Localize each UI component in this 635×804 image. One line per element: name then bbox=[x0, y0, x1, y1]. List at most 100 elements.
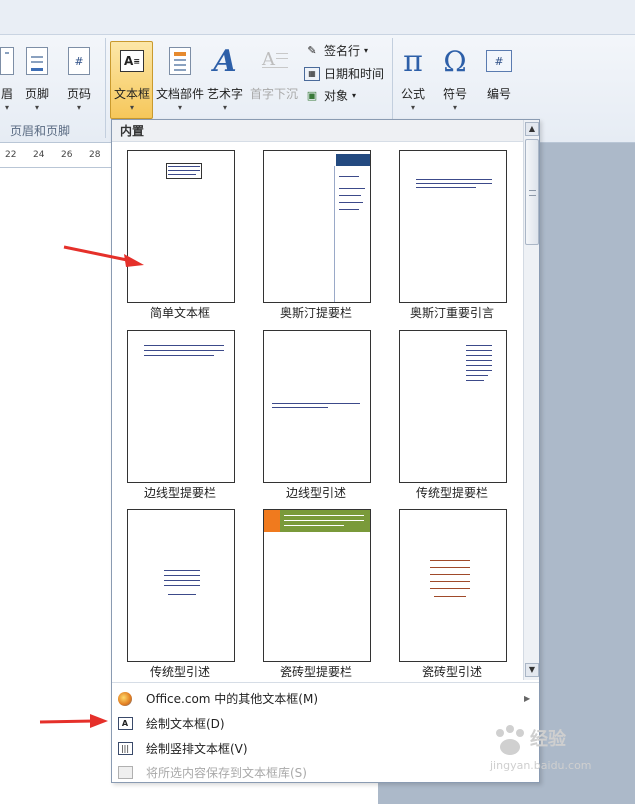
menu-item-label: 绘制竖排文本框(V) bbox=[146, 742, 248, 756]
gallery-tile-edge-quote[interactable]: 边线型引述 bbox=[256, 325, 376, 501]
number-icon: # bbox=[486, 45, 512, 77]
ruler-tick: 26 bbox=[61, 150, 73, 160]
tile-thumbnail bbox=[263, 150, 371, 303]
header-icon bbox=[0, 45, 20, 77]
gallery-tile-tile-quote[interactable]: 瓷砖型引述 bbox=[392, 504, 512, 680]
tile-thumbnail bbox=[127, 150, 235, 303]
gallery-tile-austin-sidebar[interactable]: 奥斯汀提要栏 bbox=[256, 145, 376, 321]
calendar-icon: ▦ bbox=[304, 66, 320, 81]
header-button[interactable]: 眉 ▾ bbox=[0, 45, 20, 112]
horizontal-ruler: 22 24 26 28 bbox=[0, 143, 115, 168]
ruler-tick: 22 bbox=[5, 150, 17, 160]
scroll-thumb[interactable] bbox=[525, 139, 539, 245]
save-to-gallery-icon bbox=[117, 765, 133, 781]
menu-item-draw-vertical-textbox[interactable]: ||| 绘制竖排文本框(V) bbox=[112, 736, 539, 761]
footer-label: 页脚 bbox=[24, 87, 49, 101]
annotation-arrow bbox=[63, 245, 144, 267]
chevron-down-icon: ▾ bbox=[4, 103, 9, 112]
chevron-down-icon: ▾ bbox=[178, 103, 183, 112]
annotation-arrow bbox=[39, 714, 108, 728]
watermark-url: jingyan.baidu.com bbox=[490, 759, 592, 772]
formula-button[interactable]: π 公式 ▾ bbox=[400, 43, 426, 113]
scroll-down-icon[interactable]: ▼ bbox=[525, 663, 539, 677]
chevron-down-icon: ▾ bbox=[34, 103, 39, 112]
footer-button[interactable]: 页脚 ▾ bbox=[24, 45, 50, 112]
chevron-down-icon: ▾ bbox=[223, 103, 228, 112]
menu-item-label: 将所选内容保存到文本框库(S) bbox=[146, 766, 307, 780]
object-icon: ▣ bbox=[306, 89, 318, 102]
menu-item-save-selection: 将所选内容保存到文本框库(S) bbox=[112, 760, 539, 785]
menu-item-label: 绘制文本框(D) bbox=[146, 717, 225, 731]
gallery-tile-edge-sidebar[interactable]: 边线型提要栏 bbox=[120, 325, 240, 501]
scroll-up-icon[interactable]: ▲ bbox=[525, 122, 539, 136]
textbox-gallery: 简单文本框 奥斯汀提要栏 奥斯汀重要引言 边线型提要栏 边线型引述 传统型提要栏… bbox=[112, 142, 523, 680]
gallery-tile-simple-textbox[interactable]: 简单文本框 bbox=[120, 145, 240, 321]
tile-thumbnail bbox=[399, 150, 507, 303]
formula-label: 公式 bbox=[400, 87, 425, 101]
wordart-icon: A bbox=[213, 43, 237, 79]
textbox-gallery-dropdown: 内置 简单文本框 奥斯汀提要栏 奥斯汀重要引言 边线型提要栏 边线型引述 传统型… bbox=[111, 119, 540, 783]
menu-item-more-textboxes[interactable]: Office.com 中的其他文本框(M) ▶ bbox=[112, 686, 539, 711]
symbol-button[interactable]: Ω 符号 ▾ bbox=[442, 44, 468, 113]
omega-icon: Ω bbox=[443, 44, 467, 78]
tile-label: 简单文本框 bbox=[149, 306, 210, 320]
gallery-scrollbar[interactable]: ▲ ▼ bbox=[523, 120, 539, 680]
page-number-button[interactable]: # 页码 ▾ bbox=[66, 45, 92, 112]
textbox-menu: Office.com 中的其他文本框(M) ▶ A 绘制文本框(D) ||| 绘… bbox=[112, 682, 539, 782]
submenu-arrow-icon: ▶ bbox=[524, 694, 531, 703]
date-time-button[interactable]: ▦ 日期和时间 bbox=[304, 65, 384, 82]
dropcap-button: A 首字下沉 bbox=[250, 45, 298, 102]
gallery-tile-austin-quote[interactable]: 奥斯汀重要引言 bbox=[392, 145, 512, 321]
object-button[interactable]: ▣ 对象 ▾ bbox=[304, 87, 356, 104]
document-background bbox=[540, 143, 635, 804]
tile-thumbnail bbox=[399, 509, 507, 662]
tile-label: 传统型引述 bbox=[149, 665, 210, 679]
number-label: 编号 bbox=[486, 87, 511, 101]
gallery-tile-traditional-sidebar[interactable]: 传统型提要栏 bbox=[392, 325, 512, 501]
menu-item-draw-textbox[interactable]: A 绘制文本框(D) bbox=[112, 711, 539, 736]
pi-icon: π bbox=[403, 43, 423, 79]
textbox-label: 文本框 bbox=[113, 87, 150, 101]
chevron-down-icon: ▾ bbox=[364, 46, 369, 55]
doc-parts-icon bbox=[167, 45, 193, 77]
tile-thumbnail bbox=[127, 509, 235, 662]
document-background bbox=[378, 783, 635, 804]
tile-thumbnail bbox=[263, 330, 371, 483]
tile-thumbnail bbox=[263, 509, 371, 662]
number-button[interactable]: # 编号 bbox=[486, 45, 512, 102]
dropcap-label: 首字下沉 bbox=[250, 87, 299, 101]
tile-label: 瓷砖型提要栏 bbox=[279, 665, 352, 679]
signature-label: 签名行 bbox=[324, 44, 361, 58]
page-number-label: 页码 bbox=[66, 87, 91, 101]
header-label: 眉 bbox=[0, 87, 13, 101]
section-header-builtin: 内置 bbox=[112, 120, 523, 142]
tile-label: 奥斯汀重要引言 bbox=[409, 306, 494, 320]
signature-line-button[interactable]: ✎ 签名行 ▾ bbox=[304, 42, 368, 59]
watermark-brand: 经验 bbox=[530, 729, 566, 750]
grip-icon bbox=[529, 190, 536, 196]
symbol-label: 符号 bbox=[442, 87, 467, 101]
ruler-tick: 28 bbox=[89, 150, 101, 160]
dropcap-icon: A bbox=[261, 45, 288, 77]
wordart-button[interactable]: A 艺术字 ▾ bbox=[207, 43, 243, 113]
tile-label: 奥斯汀提要栏 bbox=[279, 306, 352, 320]
watermark: 经验 jingyan.baidu.com bbox=[484, 725, 624, 785]
date-time-label: 日期和时间 bbox=[324, 67, 385, 81]
tile-label: 边线型提要栏 bbox=[143, 486, 216, 500]
menu-item-label: Office.com 中的其他文本框(M) bbox=[146, 692, 319, 706]
object-label: 对象 bbox=[324, 89, 349, 103]
chevron-down-icon: ▾ bbox=[410, 103, 415, 112]
textbox-button[interactable]: A ≡ 文本框 ▾ bbox=[112, 45, 152, 112]
page-number-icon: # bbox=[66, 45, 92, 77]
ribbon-tab-strip bbox=[0, 0, 635, 35]
chevron-down-icon: ▾ bbox=[352, 91, 357, 100]
doc-parts-label: 文档部件 bbox=[156, 87, 205, 101]
gallery-tile-tile-sidebar[interactable]: 瓷砖型提要栏 bbox=[256, 504, 376, 680]
tile-label: 传统型提要栏 bbox=[415, 486, 488, 500]
doc-parts-button[interactable]: 文档部件 ▾ bbox=[156, 45, 204, 112]
tile-label: 边线型引述 bbox=[285, 486, 346, 500]
signature-icon: ✎ bbox=[307, 44, 317, 57]
chevron-down-icon: ▾ bbox=[76, 103, 81, 112]
group-label-header-footer: 页眉和页脚 bbox=[10, 124, 71, 138]
gallery-tile-traditional-quote[interactable]: 传统型引述 bbox=[120, 504, 240, 680]
